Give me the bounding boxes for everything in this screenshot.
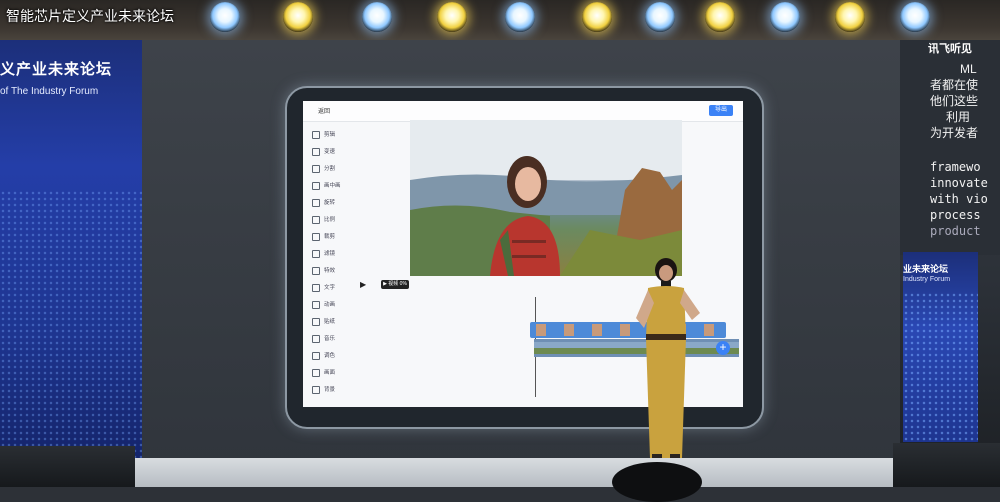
tool-icon [312, 164, 320, 173]
stage-light [645, 2, 675, 32]
brand-logo: 讯飞听见 [928, 43, 972, 55]
transcript-line: with vio [930, 192, 988, 206]
tool-icon [312, 232, 320, 241]
tool-item[interactable]: 音乐 [312, 334, 335, 343]
tool-icon [312, 266, 320, 275]
transcript-line: 利用 [946, 110, 971, 124]
editor-topbar [303, 101, 743, 122]
stage-light [582, 2, 612, 32]
dot-pattern [0, 190, 142, 460]
tool-icon [312, 181, 320, 190]
stage-light [835, 2, 865, 32]
audience-head [612, 462, 702, 502]
transcript-line: product [930, 224, 981, 238]
time-badge: ▶ 视频 0% [381, 280, 409, 289]
tool-icon [312, 385, 320, 394]
tool-icon [312, 198, 320, 207]
tool-item[interactable]: 动画 [312, 300, 335, 309]
presenter [628, 258, 708, 468]
tool-item[interactable]: 比例 [312, 215, 335, 224]
transcript-line: innovate [930, 176, 988, 190]
left-banner-title: 义产业未来论坛 [0, 61, 113, 78]
tool-item[interactable]: 贴纸 [312, 317, 335, 326]
tool-icon [312, 283, 320, 292]
stage-light [770, 2, 800, 32]
left-banner-subtitle: of The Industry Forum [0, 86, 99, 97]
tool-item[interactable]: 画中画 [312, 181, 341, 190]
stage-light [705, 2, 735, 32]
tool-icon [312, 351, 320, 360]
video-caption: 智能芯片定义产业未来论坛 [6, 8, 174, 24]
transcript-line: framewo [930, 160, 981, 174]
transcript-line: 者都在使 [930, 78, 979, 92]
left-banner [0, 40, 142, 460]
stage-monitor-right [893, 443, 1000, 487]
stage-floor [120, 458, 920, 487]
tool-icon [312, 368, 320, 377]
preview-scene [410, 120, 682, 276]
transcript-line: ML [960, 62, 977, 76]
tool-item[interactable]: 背景 [312, 385, 335, 394]
tool-icon [312, 334, 320, 343]
tool-item[interactable]: 剪辑 [312, 130, 335, 139]
stage-light [505, 2, 535, 32]
tool-item[interactable]: 特效 [312, 266, 335, 275]
tool-icon [312, 249, 320, 258]
add-clip-button[interactable]: + [716, 341, 730, 355]
tool-icon [312, 317, 320, 326]
tool-item[interactable]: 文字 [312, 283, 335, 292]
stage-light [900, 2, 930, 32]
tool-item[interactable]: 变速 [312, 147, 335, 156]
transcript-line: 为开发者 [930, 126, 979, 140]
stage-light [362, 2, 392, 32]
export-button[interactable]: 导出 [709, 105, 733, 116]
transcript-line: process [930, 208, 981, 222]
transcript-line: 他们这些 [930, 94, 979, 108]
tool-item[interactable]: 画面 [312, 368, 335, 377]
tool-item[interactable]: 分割 [312, 164, 335, 173]
dot-pattern [903, 292, 978, 442]
tool-item[interactable]: 调色 [312, 351, 335, 360]
tool-item[interactable]: 旋转 [312, 198, 335, 207]
play-icon[interactable]: ▶ [360, 280, 366, 289]
right-text-screen [900, 40, 1000, 255]
stage-light [283, 2, 313, 32]
video-preview[interactable] [410, 120, 682, 276]
tool-item[interactable]: 滤镜 [312, 249, 335, 258]
tool-icon [312, 300, 320, 309]
tool-icon [312, 130, 320, 139]
tool-icon [312, 147, 320, 156]
right-banner-title: 业未来论坛 [903, 264, 949, 274]
back-button[interactable]: 返回 [318, 106, 330, 115]
right-banner-subtitle: Industry Forum [903, 276, 951, 283]
stage-light [437, 2, 467, 32]
stage-monitor-left [0, 446, 135, 487]
presenter-figure [636, 258, 700, 466]
tool-item[interactable]: 裁剪 [312, 232, 335, 241]
stage-light [210, 2, 240, 32]
tool-icon [312, 215, 320, 224]
